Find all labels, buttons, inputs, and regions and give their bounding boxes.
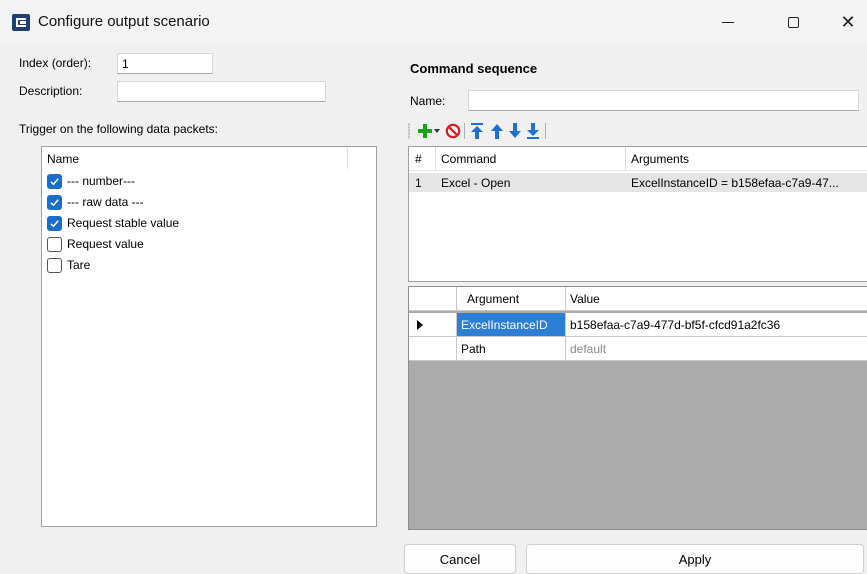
add-icon [418,124,432,138]
checkbox[interactable] [47,257,62,273]
argument-name-cell[interactable]: ExcelInstanceID [457,313,566,337]
move-bottom-icon [527,123,539,139]
toolbar-separator [464,123,465,139]
row-header-corner [409,287,457,311]
argument-value-cell[interactable]: b158efaa-c7a9-477d-bf5f-cfcd91a2fc36 [566,313,867,337]
checkmark-icon [50,219,59,227]
description-input[interactable] [117,81,326,102]
command-grid[interactable]: # Command Arguments 1 Excel - Open Excel… [408,146,867,282]
table-row[interactable]: 1 Excel - Open ExcelInstanceID = b158efa… [409,173,867,192]
name-input[interactable] [468,90,859,111]
list-item[interactable]: Request value [47,235,144,253]
title-bar: Configure output scenario ✕ [0,0,867,44]
move-down-button[interactable] [506,121,524,141]
minimize-icon [722,21,734,23]
window-title: Configure output scenario [38,13,210,30]
table-row[interactable]: ExcelInstanceID b158efaa-c7a9-477d-bf5f-… [409,313,867,337]
close-button[interactable]: ✕ [820,0,867,44]
maximize-button[interactable] [765,0,821,44]
row-indicator [409,313,457,337]
toolbar-separator [545,123,546,139]
trigger-label: Trigger on the following data packets: [19,122,219,136]
chevron-down-icon [434,129,440,133]
command-toolbar [408,120,867,142]
list-item[interactable]: Request stable value [47,214,179,232]
current-row-icon [417,319,423,330]
checkbox[interactable] [47,215,62,231]
column-divider [347,147,348,169]
row-arguments: ExcelInstanceID = b158efaa-c7a9-47... [631,175,839,190]
move-up-button[interactable] [488,121,506,141]
column-header-arguments[interactable]: Arguments [625,147,867,170]
checkbox[interactable] [47,236,62,252]
close-icon: ✕ [840,11,856,33]
checkmark-icon [50,198,59,206]
list-item-label: Request value [67,237,144,251]
row-number: 1 [415,175,422,190]
cancel-button[interactable]: Cancel [404,544,516,574]
row-indicator [409,337,457,361]
trigger-name-column-header: Name [47,152,80,166]
arguments-grid[interactable]: Argument Value ExcelInstanceID b158efaa-… [408,286,867,530]
index-input[interactable]: 1 [117,53,213,74]
minimize-button[interactable] [700,0,756,44]
index-label: Index (order): [19,56,92,70]
argument-name-cell[interactable]: Path [457,337,566,361]
checkbox[interactable] [47,173,62,189]
move-bottom-button[interactable] [524,121,542,141]
argument-value-cell[interactable]: default [566,337,867,361]
move-down-icon [509,123,521,138]
toolbar-grip[interactable] [408,123,410,139]
move-top-icon [471,123,483,139]
arguments-grid-header: Argument Value [409,287,867,311]
name-label: Name: [410,94,446,108]
column-header-number[interactable]: # [409,147,435,170]
app-logo-icon [12,14,30,31]
row-command: Excel - Open [441,175,511,190]
list-item-label: --- number--- [67,174,135,188]
move-up-icon [491,124,503,139]
command-sequence-title: Command sequence [410,61,538,76]
list-item[interactable]: --- raw data --- [47,193,144,211]
list-item-label: Tare [67,258,91,272]
list-item-label: --- raw data --- [67,195,144,209]
delete-command-button[interactable] [444,121,462,141]
column-header-command[interactable]: Command [435,147,625,170]
trigger-list-header[interactable]: Name [42,147,376,169]
command-grid-header: # Command Arguments [409,147,867,171]
column-header-argument[interactable]: Argument [457,287,566,311]
checkmark-icon [50,177,59,185]
list-item[interactable]: Tare [47,256,90,274]
trigger-list[interactable]: Name --- number--- --- raw data --- Reques… [41,146,377,527]
table-row[interactable]: Path default [409,337,867,361]
description-label: Description: [19,84,83,98]
checkbox[interactable] [47,194,62,210]
move-top-button[interactable] [468,121,486,141]
apply-button[interactable]: Apply [526,544,864,574]
list-item-label: Request stable value [67,216,180,230]
maximize-icon [787,16,799,28]
add-dropdown-button[interactable] [432,121,442,141]
column-header-value[interactable]: Value [566,287,867,311]
list-item[interactable]: --- number--- [47,172,135,190]
delete-icon [445,123,461,139]
